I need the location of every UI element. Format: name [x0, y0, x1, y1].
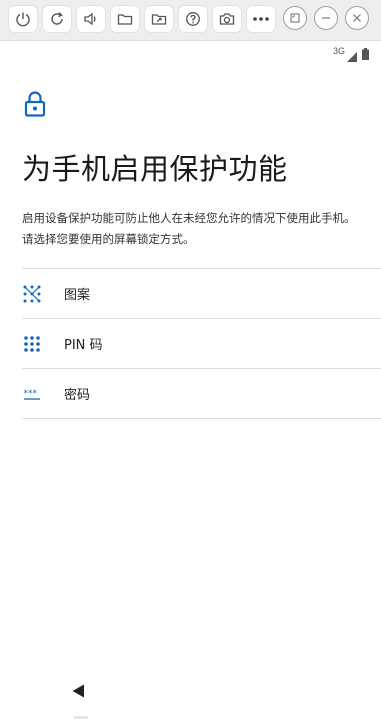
lock-icon [24, 91, 46, 121]
pin-icon [23, 335, 41, 353]
close-icon [351, 9, 363, 28]
page-title: 为手机启用保护功能 [22, 152, 288, 186]
password-icon: *** [23, 385, 41, 403]
help-button[interactable] [179, 6, 207, 32]
option-pin-label: PIN 码 [64, 338, 103, 353]
back-icon[interactable] [70, 683, 86, 703]
volume-button[interactable] [77, 6, 105, 32]
screenshot-button[interactable] [213, 6, 241, 32]
more-icon [252, 11, 270, 27]
minimize-button[interactable] [314, 6, 338, 30]
help-icon [185, 11, 201, 27]
svg-text:***: *** [24, 389, 38, 399]
rotate-button[interactable] [43, 6, 71, 32]
power-icon [15, 11, 31, 27]
option-password[interactable]: *** 密码 [22, 368, 381, 419]
battery-icon [362, 45, 369, 64]
folder-button[interactable] [111, 6, 139, 32]
signal-icon [347, 47, 357, 66]
option-pattern[interactable]: 图案 [22, 268, 381, 318]
pattern-icon [23, 285, 41, 303]
navigation-bar [0, 671, 381, 719]
option-pin[interactable]: PIN 码 [22, 318, 381, 368]
status-bar: 3G [0, 40, 381, 64]
share-folder-icon [151, 11, 167, 27]
more-button[interactable] [247, 6, 275, 32]
android-emulator-screen: 3G 为手机启用保护功能 启用设备保护功能可防止他人在未经您允许的情况下使用此手… [0, 0, 381, 719]
option-password-label: 密码 [64, 388, 91, 403]
power-button[interactable] [9, 6, 37, 32]
share-folder-button[interactable] [145, 6, 173, 32]
minimize-icon [320, 9, 332, 28]
option-pattern-label: 图案 [64, 288, 91, 303]
restore-icon [289, 9, 301, 28]
screenshot-camera-icon [219, 11, 235, 27]
restore-button[interactable] [283, 6, 307, 30]
rotate-icon [49, 11, 65, 27]
emulator-toolbar [0, 0, 381, 41]
close-button[interactable] [345, 6, 369, 30]
network-type-label: 3G [332, 46, 345, 56]
volume-icon [83, 11, 99, 27]
screen-lock-options: 图案 PIN 码 *** 密码 [22, 268, 381, 419]
page-description: 启用设备保护功能可防止他人在未经您允许的情况下使用此手机。请选择您要使用的屏幕锁… [22, 211, 356, 246]
folder-icon [117, 11, 133, 27]
